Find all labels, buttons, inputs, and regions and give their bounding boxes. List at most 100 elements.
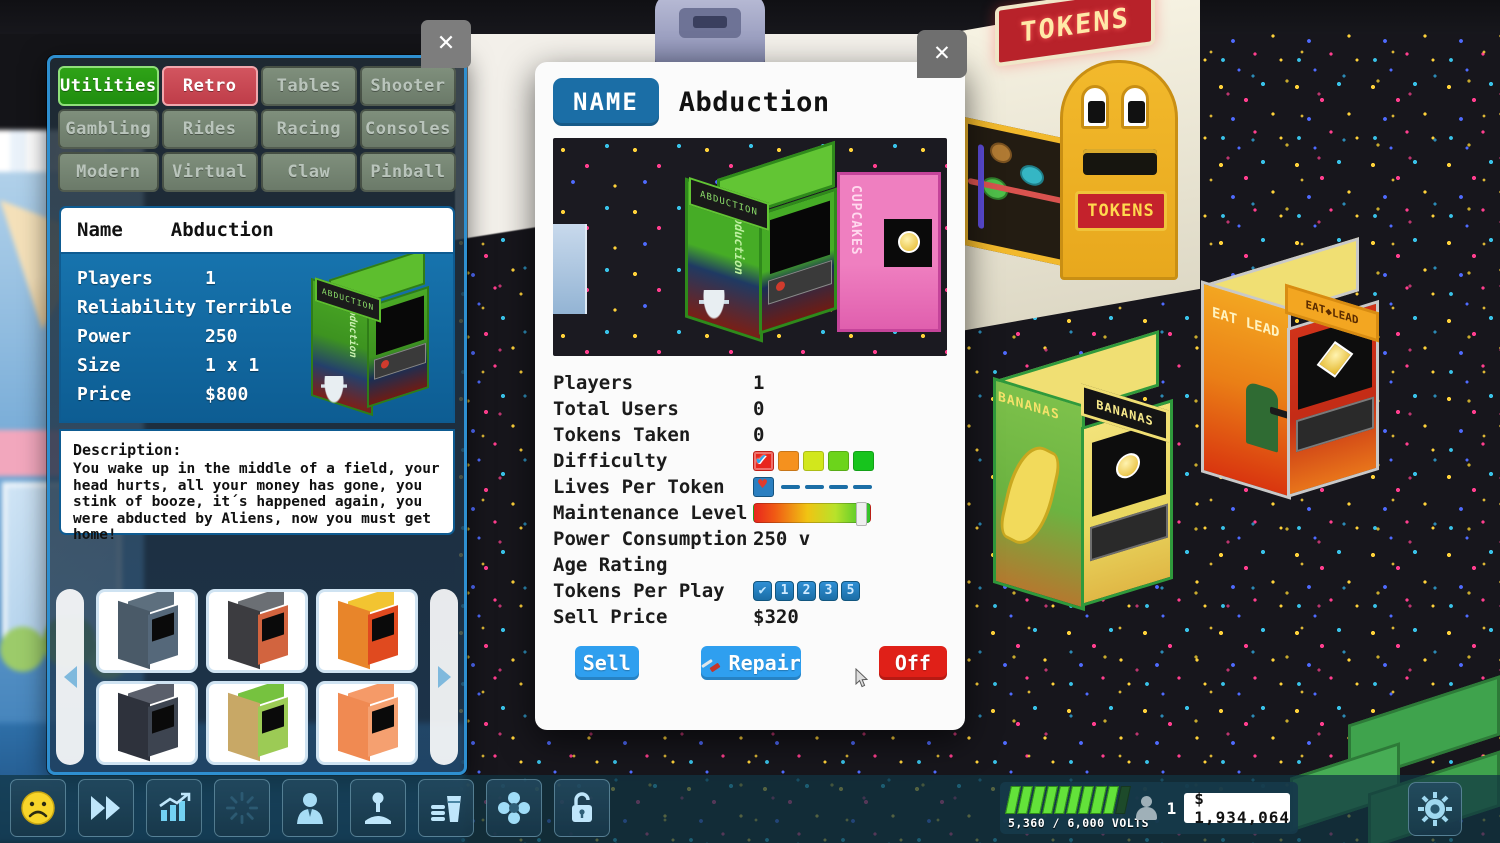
stat-value: $320 xyxy=(753,606,799,628)
tokens-per-play-selector[interactable]: ✔ 1 2 3 5 xyxy=(753,581,860,601)
sell-button-label: Sell xyxy=(582,651,631,675)
stat-key: Lives Per Token xyxy=(553,476,725,498)
chevron-right-icon xyxy=(437,666,451,688)
lives-dash[interactable] xyxy=(805,485,824,489)
heart-icon[interactable] xyxy=(753,475,774,497)
stat-key: Tokens Taken xyxy=(553,424,691,446)
lives-dash[interactable] xyxy=(829,485,848,489)
off-button[interactable]: Off xyxy=(878,646,947,680)
difficulty-pip-1[interactable] xyxy=(753,449,774,471)
machine-detail-dialog: NAME Abduction CUPCAKES Abduction ABDUCT… xyxy=(535,62,965,730)
stat-value: 1 x 1 xyxy=(205,355,260,376)
detail-stats-list: Players 1 Total Users 0 Tokens Taken 0 Diff… xyxy=(553,370,947,630)
catalog-name-value: Abduction xyxy=(170,219,274,241)
stat-key: Tokens Per Play xyxy=(553,580,725,602)
status-bar: 5,360 / 6,000 VOLTS 1 $ 1,934,064 xyxy=(1000,782,1298,834)
catalog-cabinet-preview: Abduction ABDUCTION xyxy=(305,248,437,417)
visitor-icon xyxy=(1133,795,1159,821)
tokens-per-play-option-2[interactable]: 2 xyxy=(797,581,816,601)
token-machine-mouth xyxy=(1083,149,1157,175)
maintenance-level-meter[interactable] xyxy=(753,502,871,526)
repair-button-label: Repair xyxy=(728,651,801,675)
neighbour-cabinet-cupcakes: CUPCAKES xyxy=(837,172,941,332)
repair-button[interactable]: Repair xyxy=(700,646,801,680)
volts-label: 5,360 / 6,000 VOLTS xyxy=(1008,816,1150,830)
arcade-cabinet-eat-lead[interactable]: EAT LEAD EAT◆LEAD xyxy=(1195,237,1395,510)
category-tab-virtual[interactable]: Virtual xyxy=(161,152,258,192)
stat-value: 0 xyxy=(753,424,765,446)
alien-ufo-art xyxy=(699,290,729,328)
token-machine[interactable]: TOKENS xyxy=(1060,60,1178,280)
arcade-cabinet-bananas[interactable]: BANANAS BANANAS xyxy=(985,330,1175,612)
thumbnail-item[interactable] xyxy=(316,681,418,765)
machine-preview-image: CUPCAKES Abduction ABDUCTION xyxy=(553,138,947,356)
lives-dash[interactable] xyxy=(853,485,872,489)
decoration-button[interactable] xyxy=(486,779,542,837)
category-tab-tables[interactable]: Tables xyxy=(260,66,357,106)
machines-button[interactable] xyxy=(350,779,406,837)
lives-dash[interactable] xyxy=(781,485,800,489)
thumbnail-item[interactable] xyxy=(316,589,418,673)
preview-cabinet-front xyxy=(759,187,837,335)
stat-maintenance-level: Maintenance Level xyxy=(553,500,947,526)
thumbnail-grid xyxy=(88,589,426,765)
lives-per-token-selector[interactable] xyxy=(753,475,872,497)
category-tab-racing[interactable]: Racing xyxy=(260,109,357,149)
banana-art xyxy=(997,434,1063,556)
food-button[interactable] xyxy=(418,779,474,837)
catalog-name-key: Name xyxy=(77,219,123,241)
prize-ribbon-purple xyxy=(978,143,984,230)
difficulty-selector[interactable] xyxy=(753,449,874,471)
difficulty-pip-3[interactable] xyxy=(803,451,824,471)
sell-button[interactable]: Sell xyxy=(575,646,639,680)
token-machine-eye-left xyxy=(1081,85,1109,129)
effects-button[interactable] xyxy=(214,779,270,837)
tokens-per-play-option-1[interactable]: 1 xyxy=(775,581,794,601)
category-tab-rides[interactable]: Rides xyxy=(161,109,258,149)
stat-lives-per-token: Lives Per Token xyxy=(553,474,947,500)
tokens-per-play-option-3[interactable]: 3 xyxy=(819,581,838,601)
category-tab-modern[interactable]: Modern xyxy=(58,152,159,192)
detail-action-buttons: Sell Repair Off xyxy=(553,646,947,688)
description-heading: Description: xyxy=(73,441,182,459)
chevron-left-icon xyxy=(63,666,77,688)
maintenance-slider-handle[interactable] xyxy=(856,502,868,526)
category-tab-consoles[interactable]: Consoles xyxy=(359,109,456,149)
stat-key: Size xyxy=(77,355,121,376)
token-machine-eye-right xyxy=(1121,85,1149,129)
settings-button[interactable] xyxy=(1408,782,1462,836)
statistics-button[interactable] xyxy=(146,779,202,837)
difficulty-pip-2[interactable] xyxy=(778,451,799,471)
category-tab-shooter[interactable]: Shooter xyxy=(359,66,456,106)
category-tab-utilities[interactable]: Utilities xyxy=(58,66,159,106)
unlock-button[interactable] xyxy=(554,779,610,837)
thumbnail-item[interactable] xyxy=(206,589,308,673)
name-chip-button[interactable]: NAME xyxy=(553,78,659,126)
thumbnail-item[interactable] xyxy=(96,589,198,673)
thumbnail-item[interactable] xyxy=(206,681,308,765)
thumbnail-item[interactable] xyxy=(96,681,198,765)
category-tab-claw[interactable]: Claw xyxy=(260,152,357,192)
prize-token-bronze xyxy=(990,140,1012,166)
catalog-description-card: Description: You wake up in the middle o… xyxy=(59,429,455,543)
stat-tokens-per-play: Tokens Per Play ✔ 1 2 3 5 xyxy=(553,578,947,604)
stat-value: $800 xyxy=(205,384,249,405)
catalog-close-button[interactable]: ✕ xyxy=(421,20,471,68)
tokens-per-play-option-5[interactable]: 5 xyxy=(841,581,860,601)
category-tab-retro[interactable]: Retro xyxy=(161,66,258,106)
carousel-prev-button[interactable] xyxy=(56,589,84,765)
difficulty-pip-4[interactable] xyxy=(828,451,849,471)
detail-close-button[interactable]: ✕ xyxy=(917,30,967,78)
tokens-per-play-checked[interactable]: ✔ xyxy=(753,581,772,601)
prize-token-teal xyxy=(1020,162,1044,188)
money-display: $ 1,934,064 xyxy=(1184,789,1290,827)
difficulty-pip-5[interactable] xyxy=(853,451,874,471)
stat-key: Players xyxy=(77,268,153,289)
fast-forward-button[interactable] xyxy=(78,779,134,837)
stat-players: Players 1 xyxy=(553,370,947,396)
mood-icon[interactable] xyxy=(10,779,66,837)
category-tab-gambling[interactable]: Gambling xyxy=(58,109,159,149)
carousel-next-button[interactable] xyxy=(430,589,458,765)
staff-button[interactable] xyxy=(282,779,338,837)
category-tab-pinball[interactable]: Pinball xyxy=(359,152,456,192)
